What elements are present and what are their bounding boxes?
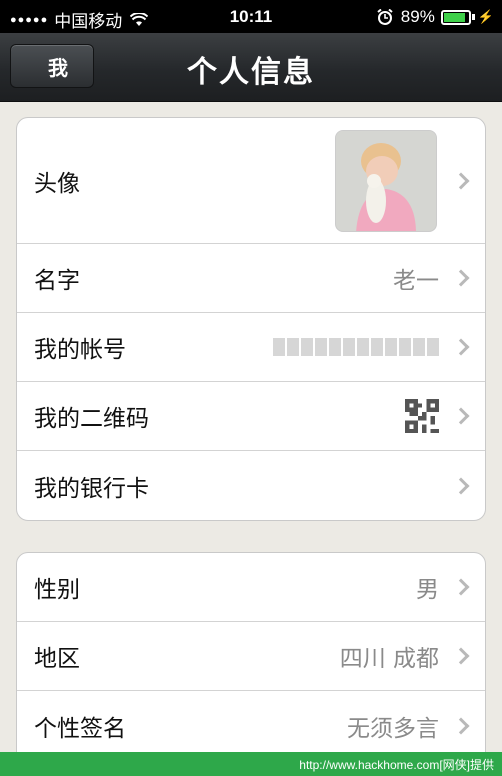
chevron-right-icon [452,477,470,494]
row-label: 我的帐号 [34,337,126,363]
battery-icon [440,9,471,25]
row-label: 我的二维码 [34,406,149,432]
row-qr-code[interactable]: 我的二维码 [17,382,485,451]
chevron-right-icon [452,578,470,596]
chevron-right-icon [452,269,470,287]
charging-icon: ⚡ [477,9,494,24]
row-label: 我的银行卡 [34,475,149,502]
watermark-text: http://www.hackhome.com[网侠]提供 [299,757,494,772]
watermark-bar: http://www.hackhome.com[网侠]提供 [0,752,502,776]
row-account[interactable]: 我的帐号 [17,313,485,382]
battery-percent: 89% [400,7,435,26]
chevron-right-icon [452,338,470,356]
row-value: 老一 [393,268,439,294]
battery-tip [471,14,475,20]
row-signature[interactable]: 个性签名 无须多言 [17,691,485,760]
qr-code-icon [405,399,439,433]
chevron-right-icon [452,172,470,189]
avatar [335,130,437,232]
row-region[interactable]: 地区 四川 成都 [17,622,485,691]
row-label: 名字 [34,268,80,294]
page-title: 个人信息 [187,55,315,90]
row-label: 头像 [34,170,80,197]
battery-level [443,12,466,22]
chevron-right-icon [452,407,470,425]
status-bar: ●●●●● 中国移动 10:11 89% ⚡ [0,0,502,33]
row-value: 无须多言 [347,715,439,742]
row-name[interactable]: 名字 老一 [17,244,485,313]
row-avatar[interactable]: 头像 [17,118,485,244]
row-value: 男 [416,577,439,603]
profile-group-2: 性别 男 地区 四川 成都 个性签名 无须多言 [16,552,486,772]
alarm-icon [377,9,393,25]
profile-group-1: 头像 名字 老一 我的帐号 我的二维码 我的银行卡 [16,117,486,521]
row-bank-card[interactable]: 我的银行卡 [17,451,485,520]
row-value: 四川 成都 [339,646,439,672]
row-label: 个性签名 [34,715,126,742]
row-label: 性别 [34,577,80,603]
chevron-right-icon [452,717,470,734]
row-gender[interactable]: 性别 男 [17,553,485,622]
blurred-account-value [273,338,439,356]
row-label: 地区 [34,646,80,672]
chevron-right-icon [452,647,470,665]
nav-bar: 我 个人信息 [0,33,502,102]
